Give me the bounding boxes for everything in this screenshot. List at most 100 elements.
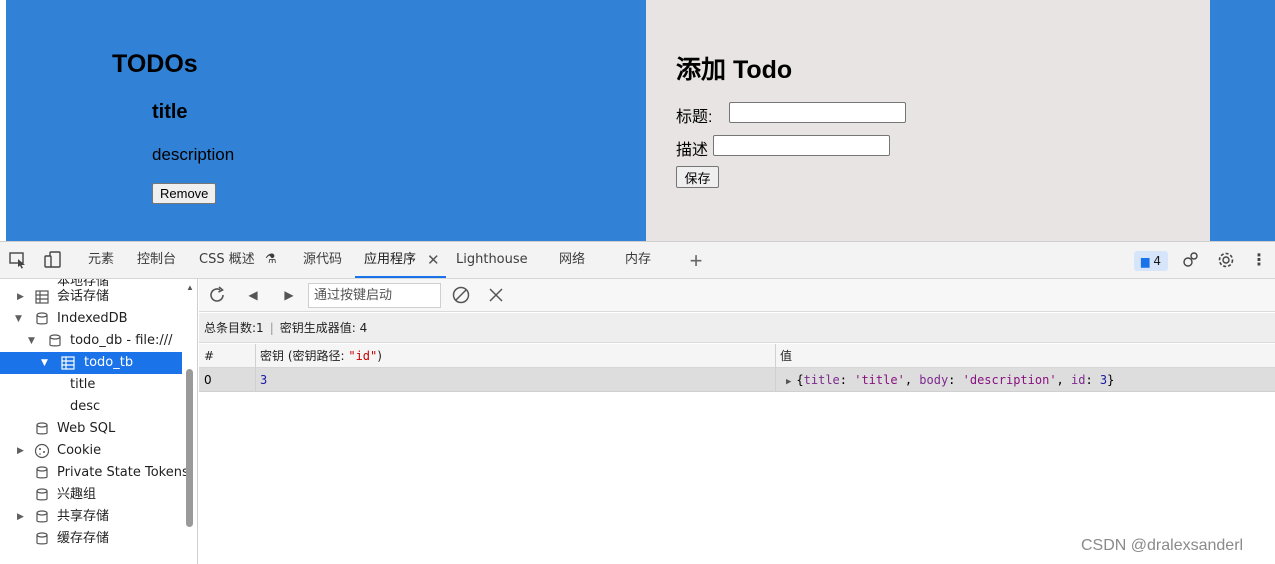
sidebar-item-index-title[interactable]: title [0, 374, 182, 396]
clear-object-store-icon[interactable] [451, 285, 471, 305]
sidebar-item-label: IndexedDB [57, 311, 128, 326]
sidebar-item-private-state-tokens[interactable]: Private State Tokens [0, 462, 189, 484]
expand-arrow-icon[interactable]: ▶ [17, 440, 24, 462]
object-value: 'description' [962, 373, 1057, 387]
summary-divider: | [269, 321, 274, 335]
total-entries-value: 1 [256, 321, 264, 335]
sidebar-item-todo-db[interactable]: ▼ todo_db - file:/// [0, 330, 182, 352]
tab-lighthouse[interactable]: Lighthouse [456, 242, 528, 278]
previous-page-icon[interactable]: ◀ [243, 285, 263, 305]
sidebar-item-label: title [70, 377, 96, 392]
close-tab-icon[interactable]: ✕ [427, 242, 440, 278]
table-header: # 密钥 (密钥路径: "id") 值 [199, 344, 1275, 368]
next-page-icon[interactable]: ▶ [279, 285, 299, 305]
sidebar-item-label: Cookie [57, 443, 102, 458]
row-value[interactable]: ▶ {title: 'title', body: 'description', i… [775, 368, 1275, 392]
row-key: 3 [260, 373, 268, 387]
delete-selected-icon[interactable] [486, 285, 506, 305]
sidebar-item-indexeddb[interactable]: ▼ IndexedDB [0, 308, 182, 330]
tab-memory[interactable]: 内存 [625, 242, 651, 278]
sidebar-scrollbar[interactable] [186, 369, 193, 527]
issues-count: 4 [1153, 254, 1161, 268]
expand-object-icon[interactable]: ▶ [786, 377, 791, 387]
more-options-icon[interactable]: ⋮ [1249, 251, 1269, 271]
database-icon [36, 312, 48, 325]
collapse-arrow-icon[interactable]: ▼ [15, 308, 22, 330]
sidebar-item-label: Private State Tokens [57, 465, 189, 480]
sidebar-item-label: 缓存存储 [57, 531, 110, 546]
todo-item-title: title [152, 101, 188, 123]
sidebar-item-label: 共享存储 [57, 509, 110, 524]
description-input[interactable] [713, 135, 890, 156]
key-path-value: "id" [348, 349, 378, 363]
sidebar-item-web-sql[interactable]: Web SQL [0, 418, 182, 440]
database-icon [36, 488, 48, 501]
indexeddb-data-view: ◀ ▶ 总条目数:1 | 密钥生成器值: 4 # 密钥 (密钥路径: "id") 值… [199, 279, 1275, 564]
refresh-icon[interactable] [207, 285, 227, 305]
remove-button[interactable]: Remove [152, 183, 217, 204]
customize-icon[interactable] [1181, 251, 1201, 271]
collapse-arrow-icon[interactable]: ▼ [41, 352, 48, 374]
todo-item-description: description [152, 145, 235, 164]
watermark: CSDN @dralexsanderl [1081, 537, 1244, 554]
sidebar-item-label: todo_tb [84, 355, 134, 370]
data-view-toolbar: ◀ ▶ [199, 279, 1275, 312]
sidebar-item-label: todo_db - file:/// [70, 333, 173, 348]
total-entries-label: 总条目数: [204, 321, 257, 335]
object-key: body [919, 373, 949, 387]
database-icon [36, 422, 48, 435]
title-input[interactable] [729, 102, 906, 123]
column-header-key[interactable]: 密钥 (密钥路径: "id") [255, 344, 775, 368]
key-header-suffix: ) [377, 349, 382, 363]
object-key: id [1071, 373, 1086, 387]
tab-console[interactable]: 控制台 [137, 242, 176, 278]
key-generator-value: 4 [359, 321, 368, 335]
settings-gear-icon[interactable] [1216, 251, 1236, 271]
description-label: 描述 [676, 142, 709, 159]
table-row[interactable]: 0 3 ▶ {title: 'title', body: 'description… [199, 368, 1275, 392]
message-icon: ▆ [1141, 255, 1150, 268]
sidebar-item-label: 兴趣组 [57, 487, 97, 502]
sidebar-item-cookie[interactable]: ▶ Cookie [0, 440, 182, 462]
inspect-element-icon[interactable] [8, 251, 28, 271]
sidebar-item-cache-storage[interactable]: 缓存存储 [0, 528, 182, 550]
object-brace: { [796, 373, 804, 387]
collapse-arrow-icon[interactable]: ▼ [28, 330, 35, 352]
add-todo-heading: 添加 Todo [676, 56, 793, 84]
sidebar-item-index-desc[interactable]: desc [0, 396, 182, 418]
tab-elements[interactable]: 元素 [88, 242, 114, 278]
tab-sources[interactable]: 源代码 [303, 242, 342, 278]
column-header-value[interactable]: 值 [775, 344, 1275, 368]
right-blue-strip [1210, 0, 1275, 241]
devtools-panel: 元素 控制台 CSS 概述 ⚗ 源代码 应用程序 ✕ Lighthouse 网络… [0, 241, 1275, 564]
save-button[interactable]: 保存 [676, 166, 719, 188]
expand-arrow-icon[interactable]: ▶ [17, 506, 24, 528]
sidebar-item-session-storage[interactable]: ▶ 会话存储 [0, 286, 182, 308]
scroll-up-arrow-icon[interactable]: ▲ [186, 283, 194, 292]
tab-application[interactable]: 应用程序 ✕ [355, 242, 446, 278]
column-header-index[interactable]: # [199, 344, 255, 368]
database-icon [49, 334, 61, 347]
expand-arrow-icon[interactable]: ▶ [17, 286, 24, 308]
web-page: TODOs title description Remove 添加 Todo 标… [0, 0, 1275, 241]
add-tab-icon[interactable]: + [686, 250, 706, 272]
object-key: title [803, 373, 840, 387]
database-icon [36, 510, 48, 523]
table-icon [61, 356, 75, 370]
tab-css-overview-label: CSS 概述 [199, 252, 255, 267]
sidebar-item-label: 会话存储 [57, 289, 110, 304]
key-generator-label: 密钥生成器值: [279, 321, 356, 335]
start-from-key-input[interactable] [308, 283, 441, 308]
sidebar-item-shared-storage[interactable]: ▶ 共享存储 [0, 506, 182, 528]
device-toolbar-icon[interactable] [43, 251, 63, 271]
sidebar-item-todo-tb[interactable]: ▼ todo_tb [0, 352, 182, 374]
tab-css-overview[interactable]: CSS 概述 ⚗ [199, 242, 277, 278]
todos-panel [6, 0, 646, 241]
devtools-tabbar: 元素 控制台 CSS 概述 ⚗ 源代码 应用程序 ✕ Lighthouse 网络… [0, 242, 1275, 279]
issues-badge[interactable]: ▆ 4 [1134, 251, 1168, 271]
sidebar-item-interest-groups[interactable]: 兴趣组 [0, 484, 182, 506]
database-icon [36, 532, 48, 545]
object-brace: } [1107, 373, 1115, 387]
cookie-icon [34, 443, 50, 459]
tab-network[interactable]: 网络 [559, 242, 585, 278]
